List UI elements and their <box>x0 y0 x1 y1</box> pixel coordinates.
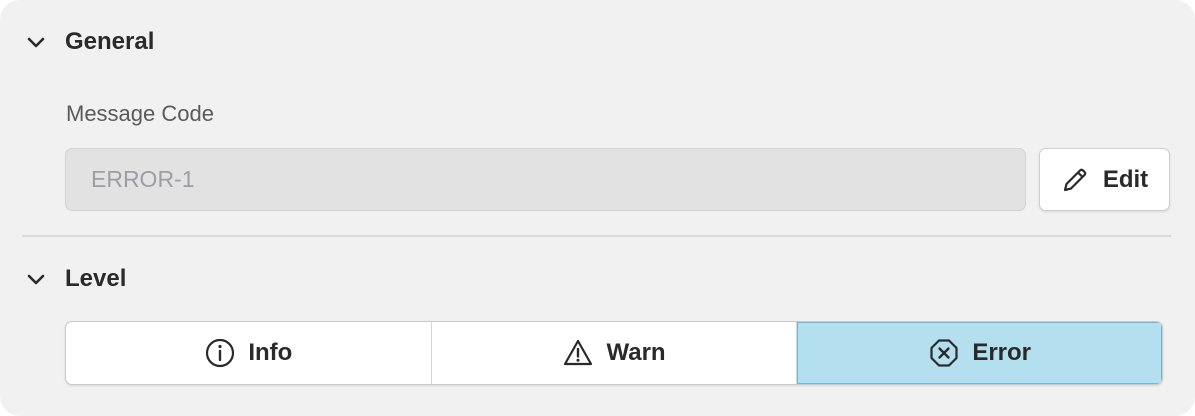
level-option-label: Warn <box>606 339 666 366</box>
error-octagon-icon <box>928 337 960 369</box>
warning-triangle-icon <box>562 337 594 369</box>
properties-panel: General Message Code Edit Level <box>0 0 1195 416</box>
level-option-label: Info <box>248 339 293 366</box>
level-option-label: Error <box>972 339 1032 366</box>
edit-button[interactable]: Edit <box>1039 148 1170 211</box>
general-section-title: General <box>65 28 155 55</box>
level-section-header[interactable]: Level <box>24 265 126 293</box>
level-option-error[interactable]: Error <box>797 322 1162 384</box>
edit-button-label: Edit <box>1102 165 1149 193</box>
message-code-label: Message Code <box>66 101 214 126</box>
chevron-down-icon <box>24 267 48 291</box>
level-option-info[interactable]: Info <box>66 322 432 384</box>
message-code-field[interactable] <box>65 148 1026 211</box>
level-option-warn[interactable]: Warn <box>432 322 798 384</box>
pencil-icon <box>1061 166 1089 194</box>
general-section-header[interactable]: General <box>24 28 154 56</box>
info-circle-icon <box>204 337 236 369</box>
level-section-title: Level <box>65 265 127 292</box>
chevron-down-icon <box>24 30 48 54</box>
section-divider <box>22 235 1171 237</box>
level-segmented-control: Info Warn Error <box>65 321 1163 385</box>
